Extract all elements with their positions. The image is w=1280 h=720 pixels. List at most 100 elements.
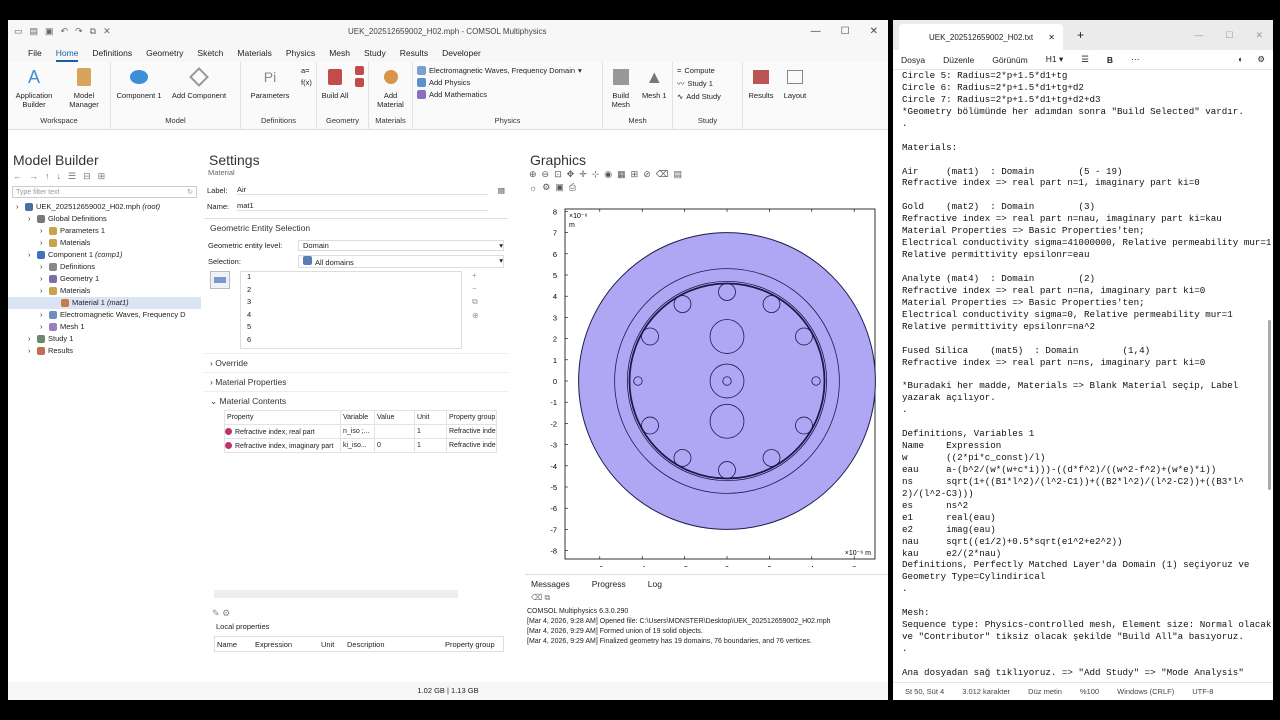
clear-messages-icon[interactable]: ⌫ xyxy=(531,593,542,602)
tab-results[interactable]: Results xyxy=(400,48,428,62)
scene-light-icon[interactable]: ☼ xyxy=(529,183,537,193)
tree-item[interactable]: › Materials xyxy=(8,285,201,297)
settings-gear-icon[interactable]: ⚙ xyxy=(1257,54,1265,65)
expand-arrow-icon[interactable]: › xyxy=(28,249,37,261)
expand-icon[interactable]: ⊞ xyxy=(98,171,106,182)
edit-icon[interactable]: ✎ xyxy=(212,608,220,618)
open-icon[interactable]: ▤ xyxy=(30,26,39,37)
reset-label-icon[interactable]: ▤ xyxy=(498,186,505,195)
zoom-extents-icon[interactable]: ✥ xyxy=(567,169,575,180)
tree-item[interactable]: › Parameters 1 xyxy=(8,225,201,237)
tree-item[interactable]: › Mesh 1 xyxy=(8,321,201,333)
import-icon[interactable] xyxy=(355,66,364,75)
override-section[interactable]: › Override xyxy=(204,353,508,372)
new-tab-icon[interactable]: + xyxy=(1077,28,1084,42)
tree-item[interactable]: Material 1 (mat1) xyxy=(8,297,201,309)
tab-developer[interactable]: Developer xyxy=(442,48,481,62)
tab-progress[interactable]: Progress xyxy=(592,579,626,589)
model-manager-button[interactable]: Model Manager xyxy=(62,64,106,109)
expand-arrow-icon[interactable]: › xyxy=(40,225,49,237)
table-cell[interactable]: Refractive inde xyxy=(446,438,497,453)
expand-arrow-icon[interactable]: › xyxy=(40,309,49,321)
build-all-geometry-button[interactable]: Build All xyxy=(321,64,349,100)
application-builder-button[interactable]: A Application Builder xyxy=(12,64,56,110)
tab-sketch[interactable]: Sketch xyxy=(197,48,223,62)
domain-list[interactable]: 123456 xyxy=(240,271,462,349)
tab-study[interactable]: Study xyxy=(364,48,386,62)
add-study-button[interactable]: ∿ Add Study xyxy=(677,92,721,101)
menu-edit[interactable]: Düzenle xyxy=(943,55,974,65)
add-selection-icon[interactable]: + xyxy=(472,271,479,280)
mesh1-button[interactable]: ▲ Mesh 1 xyxy=(641,64,669,101)
tree-item[interactable]: › Component 1 (comp1) xyxy=(8,249,201,261)
select-icon[interactable]: ◉ xyxy=(604,169,612,180)
compute-button[interactable]: = Compute xyxy=(677,66,721,75)
more-icon[interactable]: ⋯ xyxy=(1131,54,1140,65)
domain-list-item[interactable]: 2 xyxy=(247,285,461,298)
new-icon[interactable]: ▭ xyxy=(14,26,23,37)
table-cell[interactable]: 1 xyxy=(414,438,447,453)
table-row[interactable]: Refractive index, real part n_iso ;... 1 Re… xyxy=(224,424,497,439)
label-field[interactable]: Air xyxy=(237,185,488,195)
domain-list-item[interactable]: 6 xyxy=(247,335,461,348)
tab-materials[interactable]: Materials xyxy=(237,48,271,62)
back-icon[interactable]: ← xyxy=(13,171,22,181)
undo-icon[interactable]: ↶ xyxy=(61,26,69,37)
copy-selection-icon[interactable]: ⧉ xyxy=(472,297,479,307)
results-button[interactable]: Results xyxy=(747,64,775,100)
horizontal-scrollbar[interactable] xyxy=(214,590,458,598)
block-icon[interactable] xyxy=(355,78,364,87)
minimize-icon[interactable]: — xyxy=(1194,30,1203,41)
clear-icon[interactable]: ⌫ xyxy=(656,169,669,180)
redo-icon[interactable]: ↷ xyxy=(75,26,83,37)
copilot-icon[interactable]: ◐ xyxy=(1238,54,1243,65)
tree-item[interactable]: › Electromagnetic Waves, Frequency D xyxy=(8,309,201,321)
menu-file[interactable]: Dosya xyxy=(901,55,925,65)
tree-item[interactable]: › Study 1 xyxy=(8,333,201,345)
settings-gear-icon[interactable]: ⚙ xyxy=(222,608,230,618)
domain-list-item[interactable]: 1 xyxy=(247,272,461,285)
zoom-selection-icon[interactable]: ⊕ xyxy=(472,311,479,320)
maximize-icon[interactable]: ☐ xyxy=(841,26,850,37)
notepad-text-area[interactable]: Circle 5: Radius=2*p+1.5*d1+tg Circle 6: … xyxy=(902,70,1271,679)
expand-arrow-icon[interactable]: › xyxy=(28,345,37,357)
remove-selection-icon[interactable]: − xyxy=(472,284,479,293)
tab-file[interactable]: File xyxy=(28,48,42,62)
wireframe-icon[interactable]: ⊞ xyxy=(631,169,639,180)
active-toggle-button[interactable] xyxy=(210,271,230,289)
list-icon[interactable]: ☰ xyxy=(1081,54,1089,65)
tab-definitions[interactable]: Definitions xyxy=(92,48,132,62)
expand-arrow-icon[interactable]: › xyxy=(40,321,49,333)
physics-interface-dropdown[interactable]: Electromagnetic Waves, Frequency Domain ▾ xyxy=(417,66,582,75)
maximize-icon[interactable]: ☐ xyxy=(1225,30,1233,41)
notepad-tab[interactable]: UEK_202512659002_H02.txt ✕ xyxy=(899,24,1063,50)
bold-icon[interactable]: B xyxy=(1107,55,1113,65)
selection-select[interactable]: All domains ▾ xyxy=(298,254,504,268)
forward-icon[interactable]: → xyxy=(29,171,38,181)
minimize-icon[interactable]: — xyxy=(811,26,821,37)
down-icon[interactable]: ↓ xyxy=(57,171,62,181)
tree-item[interactable]: › Global Definitions xyxy=(8,213,201,225)
close-icon[interactable]: ✕ xyxy=(870,26,878,37)
expand-arrow-icon[interactable]: › xyxy=(16,201,25,213)
expand-arrow-icon[interactable]: › xyxy=(40,261,49,273)
tab-mesh[interactable]: Mesh xyxy=(329,48,350,62)
tree-item[interactable]: › Materials xyxy=(8,237,201,249)
close-icon[interactable]: ✕ xyxy=(1255,30,1263,41)
menu-view[interactable]: Görünüm xyxy=(992,55,1027,65)
collapse-icon[interactable]: ⊟ xyxy=(83,171,91,182)
tree-item[interactable]: › Results xyxy=(8,345,201,357)
image-icon[interactable]: ▣ xyxy=(555,182,564,193)
table-cell[interactable]: n_iso ;... xyxy=(340,424,375,439)
tree-item[interactable]: › Definitions xyxy=(8,261,201,273)
show-icon[interactable]: ☰ xyxy=(68,171,76,182)
vertical-scrollbar[interactable] xyxy=(1268,320,1271,490)
expand-arrow-icon[interactable]: › xyxy=(28,213,37,225)
print-icon[interactable]: ⎙ xyxy=(569,182,576,193)
build-mesh-button[interactable]: Build Mesh xyxy=(607,64,635,109)
axes-icon[interactable]: ⊹ xyxy=(592,169,600,180)
up-icon[interactable]: ↑ xyxy=(45,171,50,181)
expand-arrow-icon[interactable]: › xyxy=(40,237,49,249)
table-cell[interactable] xyxy=(374,424,415,439)
zoom-out-icon[interactable]: ⊖ xyxy=(542,169,550,180)
